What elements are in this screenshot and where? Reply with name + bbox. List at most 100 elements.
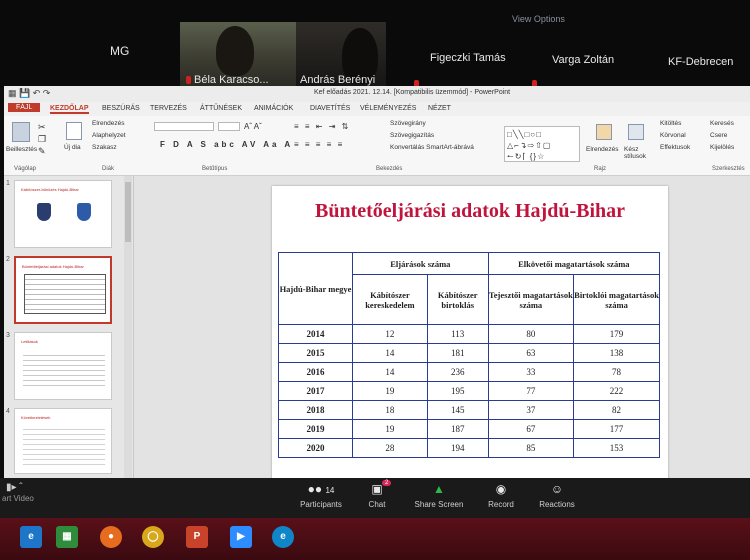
- table-col-header: Kábítószer birtoklás: [426, 274, 489, 325]
- window-title: Kef előadás 2021. 12.14. [Kompatibilis ü…: [314, 89, 511, 96]
- layout-button[interactable]: Elrendezés: [92, 120, 125, 127]
- table-cell: 194: [426, 438, 489, 458]
- table-cell: 80: [487, 324, 575, 344]
- arrange-button[interactable]: Elrendezés: [586, 146, 619, 153]
- table-cell-year: 2019: [278, 419, 353, 439]
- start-video-button[interactable]: art Video: [2, 494, 34, 503]
- powerpoint-window: ▦ 💾 ↶ ↷ Kef előadás 2021. 12.14. [Kompat…: [4, 86, 750, 486]
- slide-title: Büntetőeljárási adatok Hajdú-Bihar: [314, 200, 626, 222]
- table-cell: 77: [487, 381, 575, 401]
- tab-file[interactable]: FÁJL: [8, 103, 41, 112]
- table-cell: 82: [573, 400, 660, 420]
- scrollbar-thumb[interactable]: [125, 182, 131, 242]
- zoom-gallery: View Options MG Béla Karacso... András B…: [0, 0, 750, 88]
- table-cell: 222: [573, 381, 660, 401]
- find-button[interactable]: Keresés: [710, 120, 734, 127]
- font-size-field[interactable]: [218, 122, 240, 131]
- tab-view[interactable]: NÉZET: [428, 105, 451, 112]
- group-paragraph-label: Bekezdés: [376, 166, 403, 172]
- participant-tile-kf-debrecen[interactable]: KF-Debrecen: [632, 22, 750, 88]
- new-slide-button[interactable]: Új dia: [64, 144, 81, 151]
- quick-styles-button[interactable]: Kész stílusok: [624, 146, 656, 160]
- replace-button[interactable]: Csere: [710, 132, 727, 139]
- list-buttons[interactable]: ≡ ≡ ⇤ ⇥ ⇅: [294, 122, 350, 131]
- quick-access-toolbar[interactable]: ▦ 💾 ↶ ↷: [8, 88, 50, 99]
- group-clipboard-label: Vágólap: [14, 166, 37, 172]
- group-editing-label: Szerkesztés: [712, 166, 745, 172]
- table-cell: 12: [352, 324, 428, 344]
- new-slide-icon[interactable]: [66, 122, 82, 140]
- tab-insert[interactable]: BESZÚRÁS: [102, 105, 140, 112]
- mini-text-lines: [23, 425, 105, 465]
- tab-home[interactable]: KEZDŐLAP: [50, 105, 89, 114]
- slide-thumbnail[interactable]: Következtetések: [14, 408, 112, 474]
- text-direction-button[interactable]: Szövegirány: [390, 120, 426, 127]
- paste-icon[interactable]: [12, 122, 30, 142]
- select-button[interactable]: Kijelölés: [710, 144, 734, 151]
- table-cell: 19: [352, 419, 428, 439]
- tab-review[interactable]: VÉLEMÉNYEZÉS: [360, 105, 416, 112]
- align-text-button[interactable]: Szövegigazítás: [390, 132, 434, 139]
- chrome-icon[interactable]: ◯: [142, 526, 164, 548]
- slide-thumbnails-pane: 1 Kábítószer-bűnözés Hajdú-Bihar 2 Bünte…: [4, 176, 134, 478]
- table-cell: 14: [352, 343, 428, 363]
- reactions-button[interactable]: ☺ Reactions: [522, 482, 592, 509]
- table-cell-year: 2017: [278, 381, 353, 401]
- tab-design[interactable]: TERVEZÉS: [150, 105, 187, 112]
- participant-tile-bela[interactable]: Béla Karacso...: [180, 22, 296, 88]
- powerpoint-icon[interactable]: P: [186, 526, 208, 548]
- reset-button[interactable]: Alaphelyzet: [92, 132, 126, 139]
- current-slide[interactable]: Büntetőeljárási adatok Hajdú-Bihar Hajdú…: [272, 186, 668, 486]
- font-family-field[interactable]: [154, 122, 214, 131]
- table-row: 2020 28 194 85 153: [278, 438, 660, 458]
- participant-tile-andras[interactable]: András Berényi: [296, 22, 386, 88]
- edge-icon[interactable]: e: [272, 526, 294, 548]
- shape-outline-button[interactable]: Körvonal: [660, 132, 686, 139]
- thumbnails-scrollbar[interactable]: [124, 176, 132, 478]
- title-bar: ▦ 💾 ↶ ↷ Kef előadás 2021. 12.14. [Kompat…: [4, 86, 750, 102]
- tab-slideshow[interactable]: DIAVETÍTÉS: [310, 105, 350, 112]
- tab-transitions[interactable]: ÁTTŰNÉSEK: [200, 105, 242, 112]
- table-row: 2016 14 236 33 78: [278, 362, 660, 382]
- table-col-header: Tejesztői magatartások száma: [487, 274, 575, 325]
- table-cell-year: 2014: [278, 324, 353, 344]
- table-cell: 37: [487, 400, 575, 420]
- shape-fill-button[interactable]: Kitöltés: [660, 120, 681, 127]
- arrange-icon[interactable]: [596, 124, 612, 140]
- participant-tile-figeczki[interactable]: Figeczki Tamás: [390, 22, 510, 88]
- store-icon[interactable]: ▦: [56, 526, 78, 548]
- table-row: 2018 18 145 37 82: [278, 400, 660, 420]
- zoom-icon[interactable]: ▶: [230, 526, 252, 548]
- mini-table: [23, 351, 105, 389]
- format-painter-icon[interactable]: ✎: [38, 146, 46, 157]
- tab-animations[interactable]: ANIMÁCIÓK: [254, 105, 293, 112]
- camera-icon[interactable]: ▮▸ ˆ: [6, 482, 23, 493]
- convert-smartart-button[interactable]: Konvertálás SmartArt-ábrává: [390, 144, 474, 151]
- firefox-icon[interactable]: ●: [100, 526, 122, 548]
- cut-icon[interactable]: ✂: [38, 122, 46, 133]
- shapes-gallery[interactable]: □╲╲□○□ △⌐↴⇨⇧▢ ↼↻⌈ {}☆: [504, 126, 580, 162]
- chat-button[interactable]: ▣ 2 Chat: [342, 480, 412, 509]
- slide-thumbnail[interactable]: Kábítószer-bűnözés Hajdú-Bihar: [14, 180, 112, 248]
- table-cell-year: 2016: [278, 362, 353, 382]
- align-buttons[interactable]: ≡ ≡ ≡ ≡ ≡: [294, 140, 344, 149]
- table-cell: 177: [573, 419, 660, 439]
- table-cell: 63: [487, 343, 575, 363]
- quick-styles-icon[interactable]: [628, 124, 644, 140]
- copy-icon[interactable]: ❐: [38, 134, 46, 145]
- table-cell: 28: [352, 438, 428, 458]
- share-screen-button[interactable]: ▲ Share Screen: [404, 482, 474, 509]
- slide-thumbnail-selected[interactable]: Büntetőeljárási adatok Hajdú-Bihar: [14, 256, 112, 324]
- shape-effects-button[interactable]: Effektusok: [660, 144, 690, 151]
- section-button[interactable]: Szakasz: [92, 144, 117, 151]
- participant-tile-mg[interactable]: MG: [0, 22, 178, 88]
- chat-icon: ▣: [371, 482, 383, 496]
- edge-legacy-icon[interactable]: e: [20, 526, 42, 548]
- table-cell: 18: [352, 400, 428, 420]
- participant-tile-varga[interactable]: Varga Zoltán: [512, 22, 630, 88]
- slide-thumbnail[interactable]: Letiltások: [14, 332, 112, 400]
- font-formatting-buttons[interactable]: F D A S abc AV Aa A: [160, 140, 293, 149]
- paste-button[interactable]: Beillesztés: [6, 146, 37, 153]
- share-screen-icon: ▲: [433, 482, 445, 496]
- font-grow-icon[interactable]: Aˆ Aˇ: [244, 122, 262, 131]
